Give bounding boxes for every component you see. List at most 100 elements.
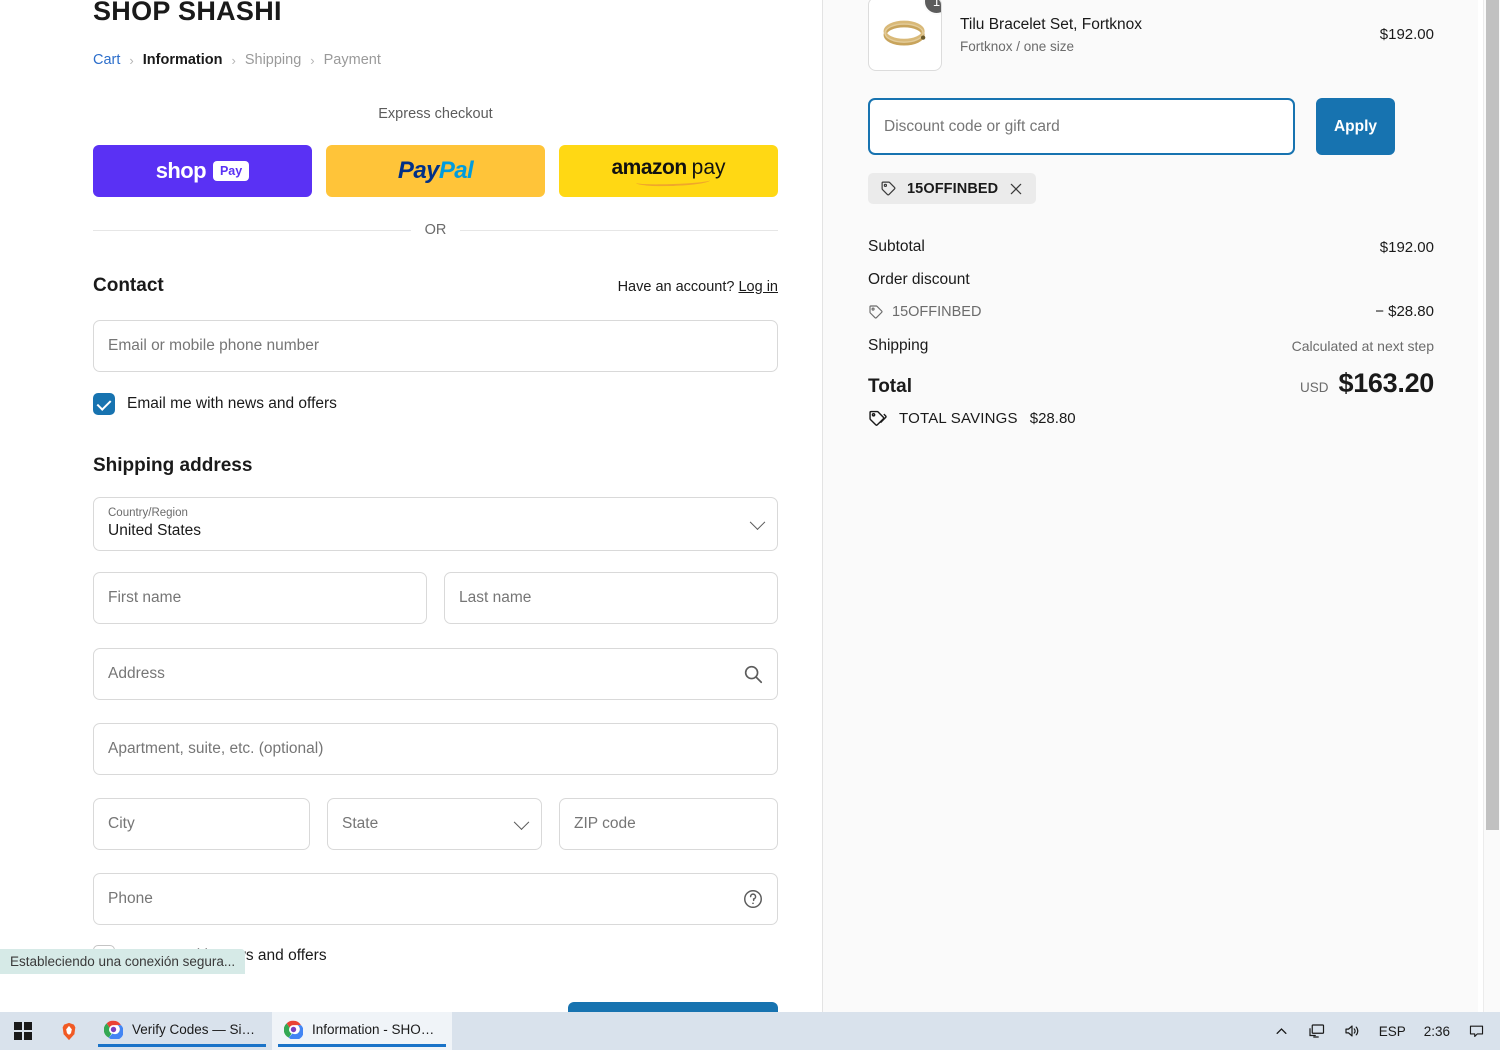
chevron-right-icon: › <box>310 52 315 68</box>
subtotal-value: $192.00 <box>1379 238 1434 256</box>
first-name-placeholder: First name <box>108 589 182 606</box>
city-input[interactable]: City <box>93 798 310 850</box>
order-summary-column: 1 Tilu Bracelet Set, Fortknox Fortknox /… <box>822 0 1478 1012</box>
network-button[interactable] <box>1298 1012 1334 1050</box>
or-divider: OR <box>93 222 778 238</box>
breadcrumb: Cart › Information › Shipping › Payment <box>93 52 381 68</box>
state-placeholder: State <box>342 815 379 832</box>
paypal-button[interactable]: Pay Pal <box>326 145 545 197</box>
email-optin-label: Email me with news and offers <box>127 395 337 412</box>
show-hidden-icons-button[interactable] <box>1265 1012 1298 1050</box>
page-title: SHOP SHASHI <box>93 0 282 26</box>
product-variant: Fortknox / one size <box>960 39 1075 55</box>
remove-discount-icon[interactable] <box>1008 181 1024 197</box>
taskbar-task-label: Verify Codes — Simpl... <box>132 1022 260 1037</box>
subtotal-label: Subtotal <box>868 238 925 255</box>
windows-logo-icon <box>14 1022 32 1040</box>
total-savings-row: TOTAL SAVINGS $28.80 <box>868 409 1076 428</box>
shipping-row: Shipping Calculated at next step <box>868 337 1434 355</box>
checkout-form-column: SHOP SHASHI Cart › Information › Shippin… <box>0 0 822 1012</box>
email-placeholder: Email or mobile phone number <box>108 337 320 354</box>
tag-icon <box>869 304 883 319</box>
chevron-right-icon: › <box>231 52 236 68</box>
state-select[interactable]: State <box>327 798 542 850</box>
order-discount-row: Order discount <box>868 271 1434 289</box>
bracelet-image <box>883 20 926 46</box>
discount-code-text: 15OFFINBED <box>892 303 982 320</box>
zip-placeholder: ZIP code <box>574 815 636 832</box>
taskbar-app-brave[interactable] <box>46 1021 92 1042</box>
breadcrumb-cart[interactable]: Cart <box>93 52 120 68</box>
name-row: First name Last name <box>93 572 778 624</box>
breadcrumb-shipping: Shipping <box>244 52 302 68</box>
network-monitor-icon <box>1309 1024 1324 1038</box>
notifications-button[interactable] <box>1459 1012 1494 1050</box>
language-indicator[interactable]: ESP <box>1370 1012 1415 1050</box>
total-amount: $163.20 <box>1338 368 1435 398</box>
apartment-input[interactable]: Apartment, suite, etc. (optional) <box>93 723 778 775</box>
shipping-value: Calculated at next step <box>1291 338 1434 354</box>
last-name-input[interactable]: Last name <box>444 572 778 624</box>
chrome-icon <box>104 1020 123 1039</box>
brave-lion-icon <box>62 1022 76 1040</box>
applied-discount-pill: 15OFFINBED <box>868 173 1037 204</box>
country-value: United States <box>108 522 202 539</box>
discount-code-row: 15OFFINBED − $28.80 <box>868 303 1434 320</box>
discount-code-input[interactable]: Discount code or gift card <box>868 98 1295 155</box>
speaker-icon <box>1345 1025 1358 1037</box>
applied-discount-code: 15OFFINBED <box>907 180 999 197</box>
shop-pay-wordmark: shop <box>155 158 207 183</box>
shop-pay-button[interactable]: shop Pay <box>93 145 312 197</box>
tag-icon <box>881 181 896 196</box>
taskbar-task-verify-codes[interactable]: Verify Codes — Simpl... <box>92 1012 272 1050</box>
city-state-zip-row: City State ZIP code <box>93 798 778 850</box>
order-line-item: 1 Tilu Bracelet Set, Fortknox Fortknox /… <box>868 0 1434 71</box>
help-circle-icon[interactable] <box>742 888 764 910</box>
clock[interactable]: 2:36 <box>1415 1012 1459 1050</box>
scrollbar-thumb[interactable] <box>1486 0 1499 830</box>
first-name-input[interactable]: First name <box>93 572 427 624</box>
divider-line-left <box>93 229 411 231</box>
product-thumbnail: 1 <box>868 0 942 71</box>
total-currency: USD <box>1299 380 1329 395</box>
account-prompt: Have an account? Log in <box>618 279 778 295</box>
email-optin-row[interactable]: Email me with news and offers <box>93 393 337 415</box>
apply-discount-button[interactable]: Apply <box>1316 98 1395 155</box>
phone-input[interactable]: Phone <box>93 873 778 925</box>
product-price: $192.00 <box>1379 25 1434 43</box>
country-select[interactable]: Country/Region United States <box>93 497 778 551</box>
total-label: Total <box>868 376 912 397</box>
total-savings-amount: $28.80 <box>1029 410 1076 427</box>
chevron-right-icon: › <box>129 52 134 68</box>
taskbar-task-underline <box>278 1044 446 1047</box>
subtotal-row: Subtotal $192.00 <box>868 238 1434 256</box>
search-icon[interactable] <box>742 663 764 685</box>
apartment-placeholder: Apartment, suite, etc. (optional) <box>108 740 324 757</box>
paypal-wordmark-pal: Pal <box>438 157 474 184</box>
contact-heading: Contact <box>93 275 164 296</box>
email-optin-checkbox[interactable] <box>93 393 115 415</box>
amazon-smile-icon <box>635 175 710 188</box>
login-link[interactable]: Log in <box>738 279 778 295</box>
continue-to-shipping-button[interactable] <box>568 1002 778 1012</box>
chevron-up-icon <box>1276 1027 1287 1034</box>
page-scrollbar[interactable] <box>1483 0 1500 1012</box>
windows-taskbar: Verify Codes — Simpl... Information - SH… <box>0 1012 1500 1050</box>
taskbar-task-information-shop[interactable]: Information - SHOP S... <box>272 1012 452 1050</box>
amazon-pay-button[interactable]: amazon pay <box>559 145 778 197</box>
country-label: Country/Region <box>108 507 188 520</box>
shipping-address-heading: Shipping address <box>93 455 253 476</box>
zip-input[interactable]: ZIP code <box>559 798 778 850</box>
breadcrumb-information[interactable]: Information <box>143 52 223 68</box>
phone-placeholder: Phone <box>108 890 153 907</box>
address-input[interactable]: Address <box>93 648 778 700</box>
start-button[interactable] <box>0 1022 46 1040</box>
browser-status-bubble: Estableciendo una conexión segura... <box>0 949 246 974</box>
chrome-icon <box>284 1020 303 1039</box>
email-input[interactable]: Email or mobile phone number <box>93 320 778 372</box>
total-savings-label: TOTAL SAVINGS <box>899 410 1018 427</box>
express-checkout-label: Express checkout <box>378 106 493 122</box>
account-prompt-text: Have an account? <box>617 279 735 295</box>
paypal-wordmark-pay: Pay <box>397 157 440 184</box>
volume-button[interactable] <box>1334 1012 1370 1050</box>
